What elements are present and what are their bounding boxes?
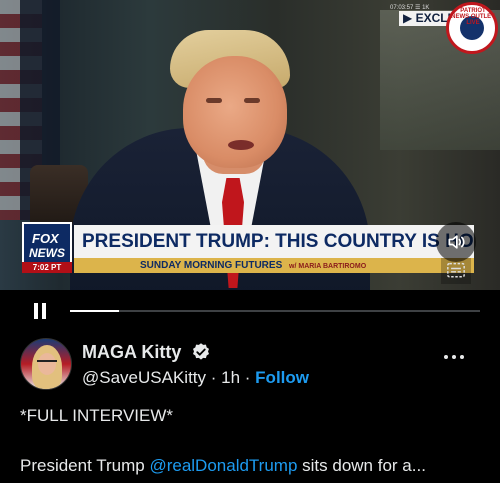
more-dot [452,355,456,359]
mention-link[interactable]: @realDonaldTrump [149,456,297,475]
avatar-glasses [37,360,57,364]
volume-icon [448,235,465,249]
fox-time-label: 7:02 PT [22,262,72,273]
follow-button[interactable]: Follow [255,368,309,387]
display-name[interactable]: MAGA Kitty [82,342,181,363]
more-options-icon[interactable] [442,352,466,362]
playback-controls [0,290,500,330]
post-text-prefix: President Trump [20,456,150,475]
separator-dot-2: · [240,368,256,387]
user-handle[interactable]: @SaveUSAKitty [82,368,206,387]
more-dot [460,355,464,359]
progress-fill [70,310,120,312]
volume-button[interactable] [436,222,476,262]
progress-track[interactable] [70,310,480,312]
post-text-line2: President Trump @realDonaldTrump sits do… [20,456,426,476]
post-text-suffix: sits down for a... [297,456,426,475]
captions-button[interactable] [441,258,471,284]
post-time[interactable]: 1h [221,368,240,387]
fox-logo-line1: FOX [32,231,59,246]
overlay-status-text: 07:03:57 ☰ 1K [390,5,430,11]
news-headline: PRESIDENT TRUMP: THIS COUNTRY IS HOT [74,225,474,258]
person-mouth [228,140,254,150]
handle-row: @SaveUSAKitty · 1h · Follow [82,368,309,388]
person-eye-left [206,98,222,103]
pause-icon-bar [42,303,46,319]
separator-dot: · [206,368,222,387]
captions-icon [447,262,465,278]
show-name: SUNDAY MORNING FUTURES [140,260,283,271]
pause-button[interactable] [34,303,46,319]
verified-badge-icon [193,343,209,360]
seal-text: PATRIOT NEWS OUTLET LIVE [451,8,495,26]
person-face [183,56,287,168]
more-dot [444,355,448,359]
pause-icon [34,303,38,319]
post-text-line1: *FULL INTERVIEW* [20,406,174,425]
avatar[interactable] [20,338,72,390]
show-host: w/ MARIA BARTIROMO [289,263,367,270]
patriot-news-seal-logo: PATRIOT NEWS OUTLET LIVE [446,2,498,54]
fox-logo-line2: NEWS [29,246,65,260]
person-eye-right [244,98,260,103]
avatar-face [38,353,56,375]
news-subline: SUNDAY MORNING FUTURES w/ MARIA BARTIROM… [74,258,474,273]
video-player[interactable]: 07:03:57 ☰ 1K ▶ EXCLU PATRIOT NEWS OUTLE… [0,0,500,290]
